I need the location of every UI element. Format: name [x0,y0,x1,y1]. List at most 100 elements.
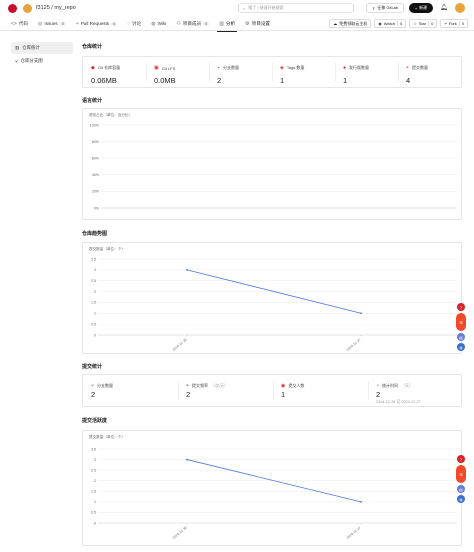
owner-link[interactable]: f3125 [36,5,50,11]
search-icon: ⌕ [243,5,246,11]
stat-date-range: 2024-12-26 至 2024-12-27 [376,400,421,404]
dev-button[interactable]: ☁ 免费领取云主机 [329,19,372,28]
branch-icon: ⑂ [15,58,18,64]
logo-icon[interactable] [8,3,17,13]
tab-code[interactable]: <> 代码 [6,17,33,31]
x-tick-label: 2024-12-26 [172,526,188,540]
members-icon: ⚇ [176,20,181,27]
stat-label: Git 仓库容量 [97,65,121,70]
y-tick-label: 1 [94,312,96,316]
frequency-icon: ◓ [186,383,190,389]
tab-label: Wiki [157,21,167,26]
fork-button[interactable]: ⑂ Fork 0 [440,19,468,28]
y-tick-label: 0 [94,333,96,337]
tab-analysis[interactable]: ▥ 分析 [214,17,240,32]
floating-toolbar-top: ? ☰ ▤ ◍ [455,303,467,351]
sidebar-item-repo-stats[interactable]: ▥ 仓库统计 [11,42,73,54]
activity-title: 提交活跃度 [82,418,108,424]
data-point [360,312,362,315]
y-tick-label: 80% [92,140,100,144]
new-label: 新建 [419,5,428,10]
y-tick-label: 1.5 [91,490,96,494]
data-point [360,500,362,503]
stat-label: 统计时间 [382,383,399,388]
code-icon: <> [11,20,17,27]
y-tick-label: 3.5 [91,257,96,261]
stat-git-lfs: ▣ Git LFS 0.0MB [146,57,209,87]
stat-value: 2 [217,76,222,85]
user-avatar[interactable] [455,3,465,13]
doc-icon[interactable]: ▤ [457,333,465,341]
stat-value: 1 [280,76,285,85]
star-button[interactable]: ☆ Star 0 [409,19,438,28]
y-tick-label: 0% [94,206,100,210]
tab-settings[interactable]: ⚙ 项目设置 [240,17,275,31]
language-title: 语言统计 [82,98,103,104]
stat-label: 提交人数 [288,383,305,388]
new-button[interactable]: + 新建 [409,3,433,13]
stat-unit: （天） [401,383,414,388]
tab-issues[interactable]: ◎ Issues 0 [33,17,71,31]
tab-label: 代码 [18,20,29,26]
tab-label: Issues [44,21,58,26]
sidebar-item-label: 仓库分支图 [20,58,43,63]
trend-chart: 3.5 3 2.5 2 1.5 1 0.5 0 2024-12-26 2024-12-27 [91,257,457,352]
data-point [186,458,188,461]
sidebar-item-branch-graph[interactable]: ⑂ 仓库分支图 [11,55,73,67]
feedback-icon[interactable]: ☰ [456,465,466,483]
globe-icon[interactable]: ◍ [457,343,465,351]
stat-value: 2 [91,390,96,399]
activity-chart: 3.5 3 2.5 2 1.5 1 0.5 0 2024-12-26 2024-12-27 [91,447,457,540]
language-chart-card: 语言占比（单位：百分比） 100% 80% 60% 40% 20% 0% [82,108,462,220]
tab-label: 分析 [225,20,236,26]
x-tick-label: 2024-12-27 [346,526,362,540]
tab-discuss[interactable]: ◌ 讨论 [122,17,146,31]
y-tick-label: 1 [94,500,96,504]
fork-count: 0 [458,21,464,26]
stat-label: Git LFS [161,65,176,71]
help-icon[interactable]: ? [457,303,465,311]
stat-value: 2 [186,390,191,399]
y-tick-label: 1.5 [91,301,96,305]
y-tick-label: 0.5 [91,511,96,515]
stat-label: 提交频率 [192,383,209,388]
tab-wiki[interactable]: ◍ Wiki [146,17,171,31]
doc-icon[interactable]: ▤ [457,485,465,493]
stat-label: Tags 数量 [286,65,305,70]
star-label: Star [418,21,427,26]
pr-icon: ⑂ [75,20,79,27]
stat-value: 0.0MB [154,76,176,85]
y-tick-label: 3 [94,268,96,272]
watch-button[interactable]: ◉ Watch 0 [374,19,407,28]
feedback-icon[interactable]: ☰ [456,313,466,331]
y-tick-label: 3.5 [91,447,96,451]
data-point [186,268,188,271]
repo-link[interactable]: my_repo [54,5,75,11]
owner-avatar [23,3,32,13]
commit-stats-card: ⑂ 分支数量 2 ◓ 提交频率 （次/天） 2 ◉ 提交人数 1 ◔ 统计时间 （天） 2 2024-… [82,374,462,407]
help-icon[interactable]: ? [457,455,465,463]
stat-label: 分支数量 [223,65,240,70]
stat-label: 提交数量 [412,65,429,70]
globe-icon[interactable]: ◍ [457,495,465,503]
eye-icon: ◉ [378,21,382,26]
user-icon: ◉ [281,383,286,389]
repo-path[interactable]: f3125 / my_repo [36,5,76,11]
y-tick-label: 40% [92,173,100,177]
stat-commits: ◓ 提交数量 4 [398,57,461,87]
floating-toolbar-bottom: ? ☰ ▤ ◍ [455,455,467,503]
watch-label: Watch [383,21,395,26]
wiki-icon: ◍ [151,20,156,27]
star-icon: ☆ [413,21,417,26]
issue-icon: ◎ [38,20,43,27]
search-input[interactable]: ⌕ 搜了 / 快速开始搜索 [238,3,354,13]
migrate-button[interactable]: ⇪ 迁移 GitLab [366,3,404,13]
bell-icon[interactable]: 🔔︎ [440,4,448,11]
commit-icon: ◓ [406,65,410,71]
commit-stats-title: 提交统计 [82,364,103,370]
repo-stats-title: 仓库统计 [82,44,103,50]
trend-chart-card: 提交数量（单位：个） 3.5 3 2.5 2 1.5 1 0.5 0 2024-12-26 202… [82,242,462,354]
tab-pull-requests[interactable]: ⑂ Pull Requests 0 [71,17,122,31]
y-tick-label: 60% [92,157,100,161]
tab-members[interactable]: ⚇ 项目成员 0 [171,17,214,31]
